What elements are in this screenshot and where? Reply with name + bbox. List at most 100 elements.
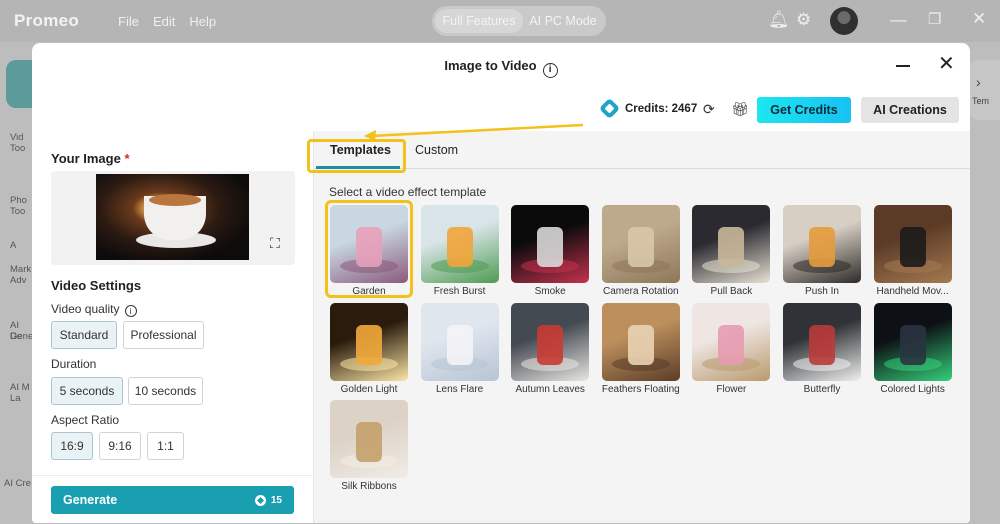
template-tabs: Templates Custom — [307, 131, 970, 173]
credit-gem-icon — [254, 494, 266, 506]
template-card[interactable]: Colored Lights — [873, 302, 952, 395]
crop-icon[interactable]: ⛶ — [270, 235, 280, 252]
mode-ai-pc[interactable]: AI PC Mode — [523, 9, 603, 33]
template-card[interactable]: Garden — [325, 200, 413, 298]
right-panel-remnant: › Tem — [970, 60, 1000, 120]
template-thumbnail — [783, 302, 861, 381]
bell-icon[interactable]: 🔔︎ — [768, 10, 790, 30]
menu-help[interactable]: Help — [189, 14, 216, 29]
video-quality-label: Video quality i — [51, 302, 137, 317]
generate-cost-value: 15 — [270, 494, 282, 506]
dialog-close-icon[interactable]: ✕ — [938, 54, 955, 74]
template-thumbnail — [511, 302, 590, 381]
template-label: Autumn Leaves — [515, 383, 585, 395]
info-icon[interactable]: i — [542, 63, 558, 78]
sidebar-remnant-label: A — [10, 240, 17, 251]
sidebar-remnant-label: Too — [10, 143, 26, 154]
dialog-minimize-icon[interactable] — [896, 65, 910, 67]
template-card[interactable]: Feathers Floating — [601, 302, 680, 395]
thumbnail-subject — [899, 227, 926, 267]
template-thumbnail — [330, 302, 408, 381]
duration-5s-option[interactable]: 5 seconds — [51, 377, 123, 405]
sidebar-remnant-label: Gene — [10, 331, 34, 342]
template-card[interactable]: Autumn Leaves — [511, 302, 590, 395]
avatar[interactable] — [830, 7, 858, 35]
quality-professional-option[interactable]: Professional — [123, 321, 204, 349]
template-card[interactable]: Handheld Mov... — [873, 205, 952, 297]
settings-footer: Generate 15 — [32, 475, 314, 523]
template-card[interactable]: Camera Rotation — [601, 205, 680, 297]
menu-edit[interactable]: Edit — [153, 14, 175, 29]
template-label: Colored Lights — [880, 383, 945, 395]
duration-10s-option[interactable]: 10 seconds — [128, 377, 203, 405]
template-card[interactable]: Push In — [783, 205, 861, 297]
template-card[interactable]: Golden Light — [330, 302, 408, 395]
sidebar-background: Vid Too Pho Too A Mark Adv AI De Gene AI… — [0, 42, 46, 524]
generate-button[interactable]: Generate 15 — [51, 486, 294, 514]
template-card[interactable]: Smoke — [511, 205, 590, 297]
right-remnant-label: Tem — [972, 96, 990, 106]
template-card[interactable]: Pull Back — [692, 205, 771, 297]
tab-custom[interactable]: Custom — [415, 143, 458, 157]
template-thumbnail — [783, 205, 861, 283]
template-label: Silk Ribbons — [341, 481, 397, 492]
image-upload-box[interactable]: ⛶ — [51, 171, 295, 265]
get-credits-button[interactable]: Get Credits — [757, 97, 851, 123]
selected-template-highlight — [325, 200, 413, 298]
mode-switch: Full Features AI PC Mode — [432, 6, 606, 36]
thumbnail-subject — [899, 324, 926, 365]
mode-full-features[interactable]: Full Features — [435, 9, 523, 33]
video-quality-text: Video quality — [51, 302, 120, 316]
thumbnail-subject — [718, 324, 745, 365]
thumbnail-subject — [356, 324, 382, 365]
aspect-9-16-option[interactable]: 9:16 — [99, 432, 141, 460]
ai-creations-button[interactable]: AI Creations — [861, 97, 959, 123]
template-thumbnail — [330, 400, 408, 478]
dialog-title: Image to Video i — [32, 58, 970, 78]
template-thumbnail — [511, 205, 590, 283]
template-label: Handheld Mov... — [876, 286, 949, 297]
quality-standard-option[interactable]: Standard — [51, 321, 117, 349]
template-label: Feathers Floating — [601, 383, 680, 395]
gear-icon[interactable]: ⚙ — [796, 10, 811, 30]
thumbnail-subject — [537, 227, 564, 267]
template-label: Push In — [805, 286, 839, 297]
template-card[interactable]: Flower — [692, 302, 771, 395]
maximize-icon[interactable]: ❐ — [928, 10, 941, 28]
template-card[interactable]: Fresh Burst — [420, 205, 499, 297]
template-label: Fresh Burst — [433, 286, 486, 297]
template-label: Smoke — [534, 286, 566, 297]
refresh-icon[interactable]: ⟳ — [703, 101, 715, 118]
template-thumbnail — [420, 302, 499, 381]
app-titlebar: Promeo File Edit Help Full Features AI P… — [0, 0, 1000, 42]
app-logo: Promeo — [14, 11, 80, 30]
thumbnail-subject — [446, 227, 473, 267]
required-mark: * — [124, 151, 130, 166]
image-to-video-dialog: Image to Video i ✕ Credits: 2467 ⟳ 🎁︎ Get… — [32, 43, 970, 523]
sidebar-remnant-label: La — [10, 393, 21, 404]
template-label: Flower — [716, 383, 747, 395]
thumbnail-subject — [627, 227, 654, 267]
your-image-title: Your Image * — [51, 151, 130, 166]
thumbnail-subject — [356, 422, 382, 462]
thumbnail-subject — [809, 324, 835, 365]
settings-panel: Your Image * ⛶ Video Settings Video qual… — [32, 131, 314, 523]
menu-bar: File Edit Help — [118, 14, 216, 29]
aspect-1-1-option[interactable]: 1:1 — [147, 432, 184, 460]
generate-label: Generate — [63, 493, 118, 507]
credits-label: Credits: 2467 — [625, 102, 698, 115]
menu-file[interactable]: File — [118, 14, 139, 29]
dialog-header: Image to Video i ✕ — [32, 43, 970, 89]
close-icon[interactable]: ✕ — [972, 9, 986, 29]
template-card[interactable]: Lens Flare — [420, 302, 499, 395]
template-card[interactable]: Butterfly — [783, 302, 861, 395]
template-thumbnail — [601, 302, 680, 381]
aspect-16-9-option[interactable]: 16:9 — [51, 432, 93, 460]
info-icon[interactable]: i — [124, 305, 137, 317]
template-thumbnail — [420, 205, 499, 283]
minimize-icon[interactable]: — — [890, 10, 907, 30]
credits-display: Credits: 2467 — [598, 97, 698, 120]
template-card[interactable]: Silk Ribbons — [330, 400, 408, 492]
sidebar-remnant-label: Mark — [10, 264, 32, 275]
gift-icon[interactable]: 🎁︎ — [731, 101, 749, 118]
